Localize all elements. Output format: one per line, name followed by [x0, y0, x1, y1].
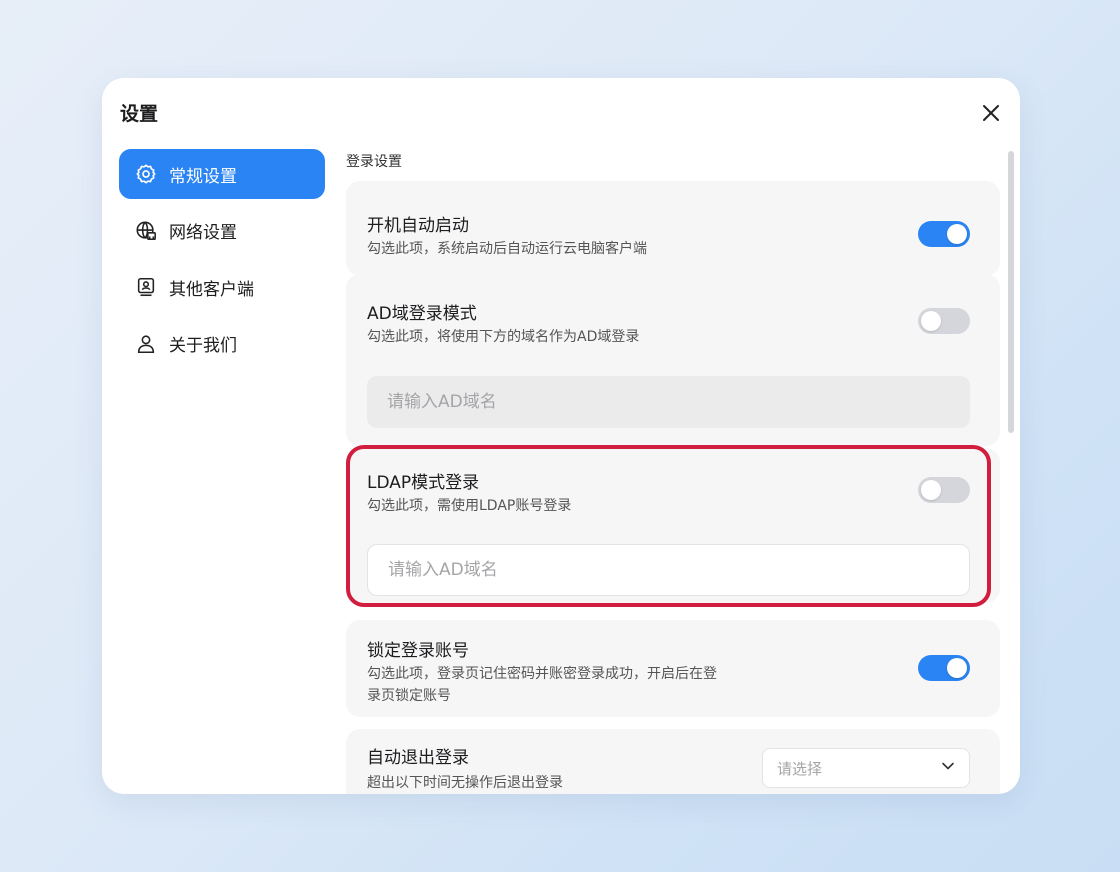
chevron-down-icon: [941, 759, 955, 777]
ldap-login-toggle[interactable]: [918, 477, 970, 503]
setting-description-line: 勾选此项，登录页记住密码并账密登录成功，开启后在登: [367, 666, 717, 682]
setting-description: 勾选此项，登录页记住密码并账密登录成功，开启后在登 录页锁定账号: [367, 663, 717, 707]
setting-card-ldap-login: LDAP模式登录 勾选此项，需使用LDAP账号登录: [346, 448, 1000, 603]
sidebar-item-about-us[interactable]: 关于我们: [119, 319, 325, 369]
setting-description: 勾选此项，需使用LDAP账号登录: [367, 498, 572, 514]
auto-start-toggle[interactable]: [918, 221, 970, 247]
setting-description: 勾选此项，系统启动后自动运行云电脑客户端: [367, 241, 647, 257]
setting-card-ad-login: AD域登录模式 勾选此项，将使用下方的域名作为AD域登录: [346, 274, 1000, 446]
setting-card-lock-account: 锁定登录账号 勾选此项，登录页记住密码并账密登录成功，开启后在登 录页锁定账号: [346, 620, 1000, 717]
setting-description: 勾选此项，将使用下方的域名作为AD域登录: [367, 329, 640, 345]
scrollbar[interactable]: [1008, 151, 1014, 433]
setting-title: 锁定登录账号: [367, 641, 469, 661]
user-icon: [135, 333, 157, 355]
setting-description-line: 录页锁定账号: [367, 688, 451, 704]
settings-dialog: 设置 常规设置 网络设置 其他客户端 关于我们 登录设置 开机自动启动 勾选此项…: [102, 78, 1020, 794]
sidebar-item-general-settings[interactable]: 常规设置: [119, 149, 325, 199]
ad-domain-input[interactable]: [367, 376, 970, 428]
sidebar-item-other-clients[interactable]: 其他客户端: [119, 262, 325, 312]
setting-card-auto-start: 开机自动启动 勾选此项，系统启动后自动运行云电脑客户端: [346, 181, 1000, 276]
select-placeholder: 请选择: [777, 759, 823, 778]
sidebar-item-network-settings[interactable]: 网络设置: [119, 206, 325, 256]
sidebar-nav: 常规设置 网络设置 其他客户端 关于我们: [119, 149, 325, 375]
sidebar-item-label: 其他客户端: [169, 279, 254, 300]
network-globe-icon: [135, 220, 157, 242]
setting-title: AD域登录模式: [367, 304, 477, 324]
ad-login-toggle[interactable]: [918, 308, 970, 334]
ldap-domain-input[interactable]: [367, 544, 970, 596]
section-title-login-settings: 登录设置: [346, 154, 402, 170]
setting-title: 开机自动启动: [367, 216, 469, 236]
close-icon[interactable]: [980, 102, 1002, 124]
setting-title: 自动退出登录: [367, 748, 469, 768]
sidebar-item-label: 常规设置: [169, 166, 237, 187]
setting-description: 超出以下时间无操作后退出登录: [367, 775, 563, 791]
client-monitor-icon: [135, 276, 157, 298]
sidebar-item-label: 关于我们: [169, 336, 237, 356]
setting-title: LDAP模式登录: [367, 473, 480, 493]
dialog-title: 设置: [120, 103, 159, 125]
gear-icon: [135, 163, 157, 185]
sidebar-item-label: 网络设置: [169, 223, 237, 243]
lock-account-toggle[interactable]: [918, 655, 970, 681]
auto-logout-select[interactable]: 请选择: [762, 748, 970, 788]
